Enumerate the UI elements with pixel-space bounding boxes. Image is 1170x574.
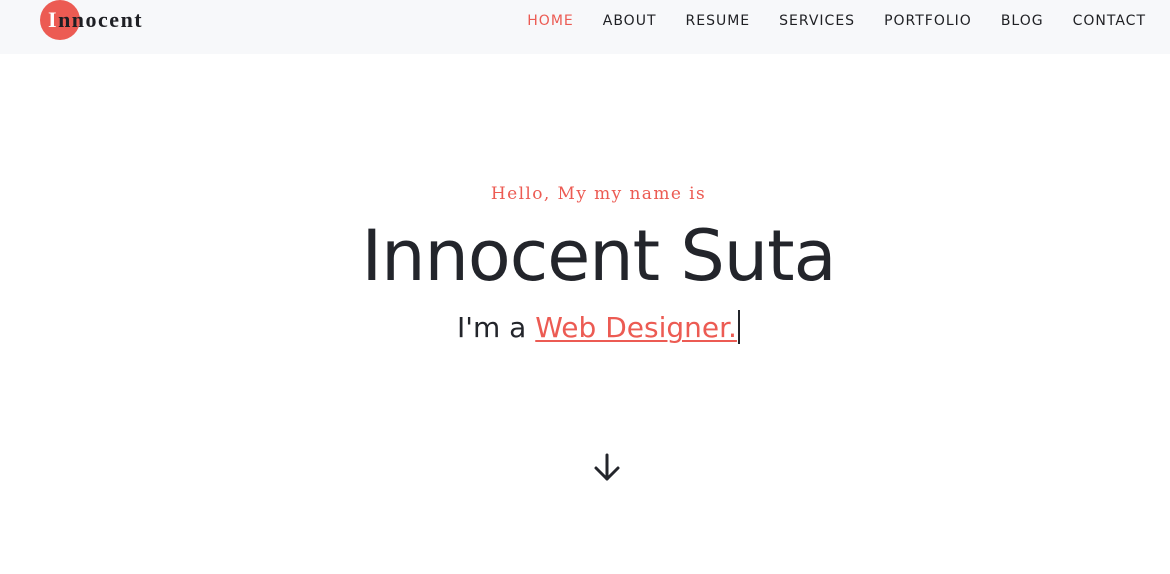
nav-item-blog: BLOG [1001,12,1044,30]
nav-link-contact[interactable]: CONTACT [1073,13,1146,29]
arrow-down-icon-svg [594,453,620,481]
brand-rest: nnocent [58,7,144,32]
hero-role-prefix: I'm a [457,311,536,344]
nav-link-resume[interactable]: RESUME [686,13,751,29]
nav-item-services: SERVICES [779,12,855,30]
nav-link-portfolio[interactable]: PORTFOLIO [884,13,972,29]
nav-link-services[interactable]: SERVICES [779,13,855,29]
nav-link-about[interactable]: ABOUT [603,13,657,29]
hero-role-text: Web Designer. [535,311,737,344]
nav-menu: HOME ABOUT RESUME SERVICES PORTFOLIO BLO… [498,0,1146,42]
nav-link-blog[interactable]: BLOG [1001,13,1044,29]
arrow-down-icon[interactable] [591,450,623,484]
hero-name: Innocent Suta [361,215,837,297]
typing-cursor [737,310,740,344]
nav-item-contact: CONTACT [1073,12,1146,30]
hero-role-line: I'm a Web Designer. [0,308,1170,348]
nav-item-portfolio: PORTFOLIO [884,12,972,30]
nav-item-about: ABOUT [603,12,657,30]
brand-initial: I [48,7,59,32]
nav-item-resume: RESUME [686,12,751,30]
nav-item-home: HOME [527,12,573,30]
hero-section: Hello, My my name is Innocent Suta I'm a… [0,54,1170,574]
brand-name: Innocent [48,4,143,36]
top-navbar: Innocent HOME ABOUT RESUME SERVICES PORT… [0,0,1170,54]
nav-link-home[interactable]: HOME [527,13,573,29]
hero-greeting: Hello, My my name is [490,184,707,204]
